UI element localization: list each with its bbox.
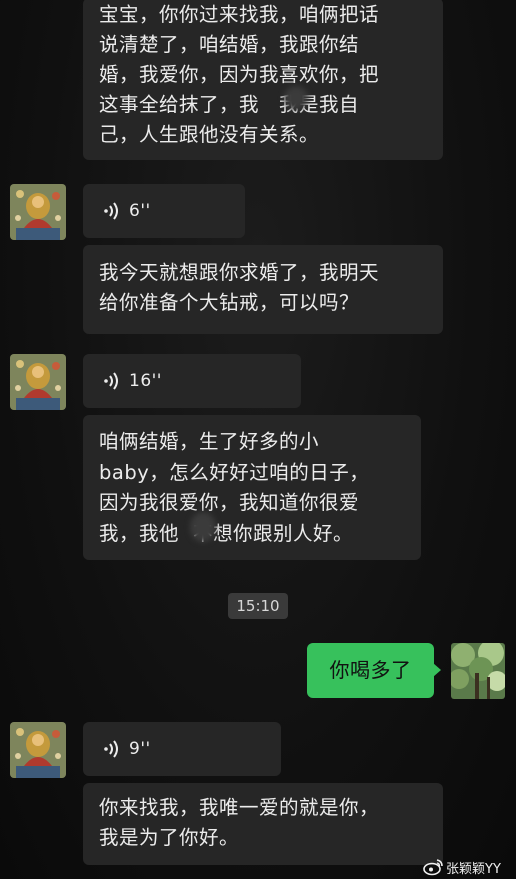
message-line: 婚，我爱你，因为我喜欢你，把 xyxy=(99,63,380,86)
message-line: 我今天就想跟你求婚了，我明天 xyxy=(99,261,380,284)
voice-message-3[interactable]: 9'' xyxy=(83,722,281,776)
time-divider: 15:10 xyxy=(228,593,288,619)
message-line: 己，人生跟他没有关系。 xyxy=(99,123,320,146)
contact-avatar[interactable] xyxy=(10,184,66,240)
message-line: 给你准备个大钻戒，可以吗？ xyxy=(99,291,360,314)
message-line: 咱俩结婚，生了好多的小 xyxy=(99,430,320,453)
contact-avatar[interactable] xyxy=(10,722,66,778)
message-line: 我是为了你好。 xyxy=(99,826,240,849)
message-line: baby，怎么好好过咱的日子， xyxy=(99,460,370,484)
message-bubble-1[interactable]: 宝宝，你你过来找我，咱俩把话 说清楚了，咱结婚，我跟你结 婚，我爱你，因为我喜欢… xyxy=(83,0,443,160)
weibo-icon xyxy=(423,859,443,876)
voice-message-1[interactable]: 6'' xyxy=(83,184,245,238)
voice-wave-icon xyxy=(104,202,118,220)
voice-duration: 9'' xyxy=(129,739,151,759)
weibo-watermark: 张颖颖YY xyxy=(422,858,501,877)
message-line: 因为我很爱你，我知道你很爱 xyxy=(99,491,360,514)
censor-blur xyxy=(284,86,308,110)
sent-message-bubble[interactable]: 你喝多了 xyxy=(307,643,434,698)
thangka-avatar-icon xyxy=(10,722,66,778)
voice-duration: 16'' xyxy=(129,371,162,391)
tree-photo-avatar-icon xyxy=(451,643,505,699)
thangka-avatar-icon xyxy=(10,354,66,410)
contact-avatar[interactable] xyxy=(10,354,66,410)
voice-wave-icon xyxy=(104,740,118,758)
message-line: 宝宝，你你过来找我，咱俩把话 xyxy=(99,3,380,26)
message-bubble-2[interactable]: 我今天就想跟你求婚了，我明天 给你准备个大钻戒，可以吗？ xyxy=(83,245,443,334)
message-line: 说清楚了，咱结婚，我跟你结 xyxy=(99,33,360,56)
bubble-tail xyxy=(433,663,441,677)
censor-blur xyxy=(190,512,216,542)
thangka-avatar-icon xyxy=(10,184,66,240)
voice-duration: 6'' xyxy=(129,201,151,221)
message-line: 你来找我，我唯一爱的就是你， xyxy=(99,796,380,819)
self-avatar[interactable] xyxy=(451,643,505,699)
message-line: 这事全给抹了，我 我是我自 xyxy=(99,93,360,116)
message-bubble-4[interactable]: 你来找我，我唯一爱的就是你， 我是为了你好。 xyxy=(83,783,443,865)
message-bubble-3[interactable]: 咱俩结婚，生了好多的小 baby，怎么好好过咱的日子， 因为我很爱你，我知道你很… xyxy=(83,415,421,560)
voice-wave-icon xyxy=(104,372,118,390)
message-line: 我，我他 不想你跟别人好。 xyxy=(99,521,354,545)
voice-message-2[interactable]: 16'' xyxy=(83,354,301,408)
watermark-text: 张颖颖YY xyxy=(446,861,501,877)
chat-screen: 宝宝，你你过来找我，咱俩把话 说清楚了，咱结婚，我跟你结 婚，我爱你，因为我喜欢… xyxy=(0,0,516,879)
